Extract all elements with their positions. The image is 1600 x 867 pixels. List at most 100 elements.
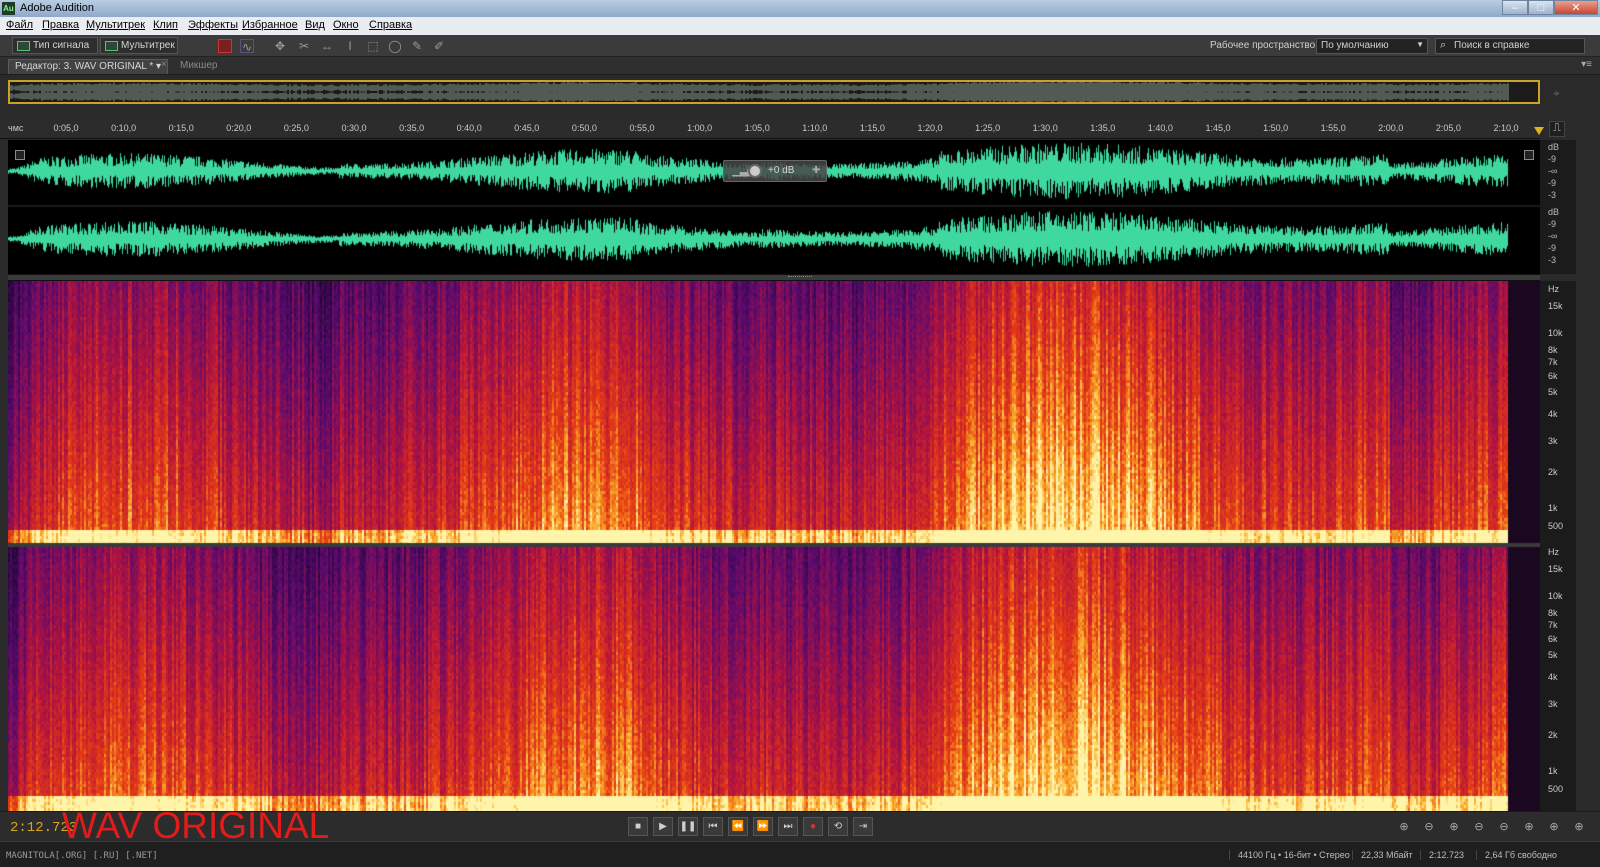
zoom-in-point-icon[interactable]: ⊕: [1520, 820, 1538, 835]
help-search-input[interactable]: ⌕ Поиск в справке: [1435, 38, 1585, 54]
ruler-tick-label: 1:30,0: [1032, 123, 1058, 133]
db-label: dB: [1548, 142, 1560, 152]
hud-gain-control[interactable]: ▁▃▅ +0 dB ✚: [723, 160, 827, 182]
multitrack-view-button[interactable]: Мультитрек: [100, 37, 178, 54]
zoom-out-time-icon[interactable]: ⊖: [1470, 820, 1488, 835]
hz-label: 8k: [1548, 608, 1558, 618]
playhead-marker[interactable]: [1534, 127, 1544, 135]
spectral-pitch-icon[interactable]: ∿: [240, 39, 254, 54]
ruler-tick-label: 1:10,0: [802, 123, 828, 133]
spectral-frequency-display[interactable]: [8, 281, 1540, 811]
view-divider[interactable]: [8, 274, 1540, 281]
record-button[interactable]: ●: [803, 817, 823, 836]
stop-button[interactable]: ■: [628, 817, 648, 836]
db-scale: dB -9 -∞ -9 -3 dB -9 -∞ -9 -3: [1540, 140, 1576, 274]
menu-view[interactable]: Вид: [305, 19, 325, 31]
headphone-icon[interactable]: ⎍: [1549, 121, 1565, 137]
healing-brush-icon[interactable]: ✐: [432, 39, 446, 53]
hz-label: 5k: [1548, 387, 1558, 397]
ruler-tick-label: 0:20,0: [226, 123, 252, 133]
slip-tool-icon[interactable]: ↔: [320, 39, 334, 53]
ruler-tick-label: 0:50,0: [571, 123, 597, 133]
close-button[interactable]: ✕: [1554, 0, 1598, 15]
channel-toggle-icon[interactable]: [15, 150, 25, 160]
zoom-in-time-icon[interactable]: ⊕: [1445, 820, 1463, 835]
hz-label: 3k: [1548, 699, 1558, 709]
minimize-button[interactable]: –: [1502, 0, 1528, 15]
workspace-value: По умолчанию: [1321, 40, 1389, 51]
divider-grip[interactable]: [788, 276, 812, 278]
hz-label: 4k: [1548, 672, 1558, 682]
skip-selection-button[interactable]: ⇥: [853, 817, 873, 836]
db-label: -9: [1548, 243, 1557, 253]
zoom-out-full-icon[interactable]: ⊖: [1495, 820, 1513, 835]
razor-tool-icon[interactable]: ✂: [297, 39, 311, 53]
time-selection-tool-icon[interactable]: I: [343, 39, 357, 53]
marquee-tool-icon[interactable]: ⬚: [366, 39, 380, 53]
menu-effects[interactable]: Эффекты: [188, 19, 238, 31]
brush-tool-icon[interactable]: ✎: [410, 39, 424, 53]
zoom-in-amplitude-icon[interactable]: ⊕: [1395, 820, 1413, 835]
workspace-select[interactable]: По умолчанию ▼: [1316, 38, 1428, 54]
menu-help[interactable]: Справка: [369, 19, 412, 31]
hz-label: 500: [1548, 784, 1564, 794]
hz-label: 500: [1548, 521, 1564, 531]
menu-file[interactable]: Файл: [6, 19, 33, 31]
zoom-to-fit-icon[interactable]: ⊕: [1570, 820, 1588, 835]
status-format: 44100 Гц • 16-бит • Стерео: [1229, 850, 1350, 860]
time-ruler[interactable]: чмс 0:05,0 0:10,0 0:15,0 0:20,0 0:25,0 0:30,0…: [0, 119, 1540, 139]
app-icon: Au: [2, 2, 15, 15]
zoom-out-amplitude-icon[interactable]: ⊖: [1420, 820, 1438, 835]
db-label: -3: [1548, 255, 1557, 265]
zoom-navigator-icon[interactable]: ⌖: [1553, 86, 1560, 101]
panel-tab-bar: Редактор: 3. WAV ORIGINAL * ▾ × Микшер ▾…: [0, 57, 1600, 75]
title-bar: Au Adobe Audition – □ ✕: [0, 0, 1600, 17]
go-to-end-button[interactable]: ⏭: [778, 817, 798, 836]
ruler-tick-label: 1:25,0: [975, 123, 1001, 133]
tab-editor[interactable]: Редактор: 3. WAV ORIGINAL * ▾: [8, 59, 169, 74]
chevron-down-icon: ▼: [1416, 40, 1424, 49]
menu-favorites[interactable]: Избранное: [242, 19, 298, 31]
ruler-tick-label: 0:15,0: [168, 123, 194, 133]
ruler-tick-label: 1:50,0: [1263, 123, 1289, 133]
menu-window[interactable]: Окно: [333, 19, 359, 31]
loop-button[interactable]: ⟲: [828, 817, 848, 836]
hz-label: 6k: [1548, 371, 1558, 381]
lasso-tool-icon[interactable]: ◯: [388, 39, 402, 53]
move-tool-icon[interactable]: ✥: [273, 39, 287, 53]
spectrogram-canvas: [8, 281, 1540, 811]
channel-toggle-icon[interactable]: [1524, 150, 1534, 160]
menu-multitrack[interactable]: Мультитрек: [86, 19, 145, 31]
vertical-zoom-strip: [1576, 80, 1600, 810]
search-icon: ⌕: [1440, 39, 1447, 51]
overview-navigator[interactable]: [8, 80, 1540, 104]
tab-mixer[interactable]: Микшер: [180, 60, 217, 71]
help-search-placeholder: Поиск в справке: [1454, 40, 1530, 51]
menu-clip[interactable]: Клип: [153, 19, 178, 31]
pin-icon[interactable]: ✚: [812, 165, 820, 176]
ruler-tick-label: 2:00,0: [1378, 123, 1404, 133]
fast-forward-button[interactable]: ⏩: [753, 817, 773, 836]
gain-knob[interactable]: [748, 164, 762, 178]
go-to-start-button[interactable]: ⏮: [703, 817, 723, 836]
db-label: -3: [1548, 190, 1557, 200]
pause-button[interactable]: ❚❚: [678, 817, 698, 836]
rewind-button[interactable]: ⏪: [728, 817, 748, 836]
zoom-selection-icon[interactable]: ⊕: [1545, 820, 1563, 835]
maximize-button[interactable]: □: [1528, 0, 1554, 15]
play-button[interactable]: ▶: [653, 817, 673, 836]
hz-label: 2k: [1548, 467, 1558, 477]
close-tab-icon[interactable]: ×: [161, 59, 167, 70]
db-label: -∞: [1548, 231, 1558, 241]
multitrack-icon: [105, 41, 118, 51]
menu-edit[interactable]: Правка: [42, 19, 79, 31]
hz-label: 8k: [1548, 345, 1558, 355]
panel-menu-icon[interactable]: ▾≡: [1581, 59, 1592, 70]
status-free-space: 2,64 Гб свободно: [1476, 850, 1557, 860]
hud-gain-value: +0 dB: [768, 165, 795, 176]
hz-label: 5k: [1548, 650, 1558, 660]
ruler-tick-label: 1:45,0: [1205, 123, 1231, 133]
spectral-frequency-icon[interactable]: [218, 39, 232, 53]
db-label: -9: [1548, 219, 1557, 229]
waveform-view-button[interactable]: Тип сигнала: [12, 37, 98, 54]
